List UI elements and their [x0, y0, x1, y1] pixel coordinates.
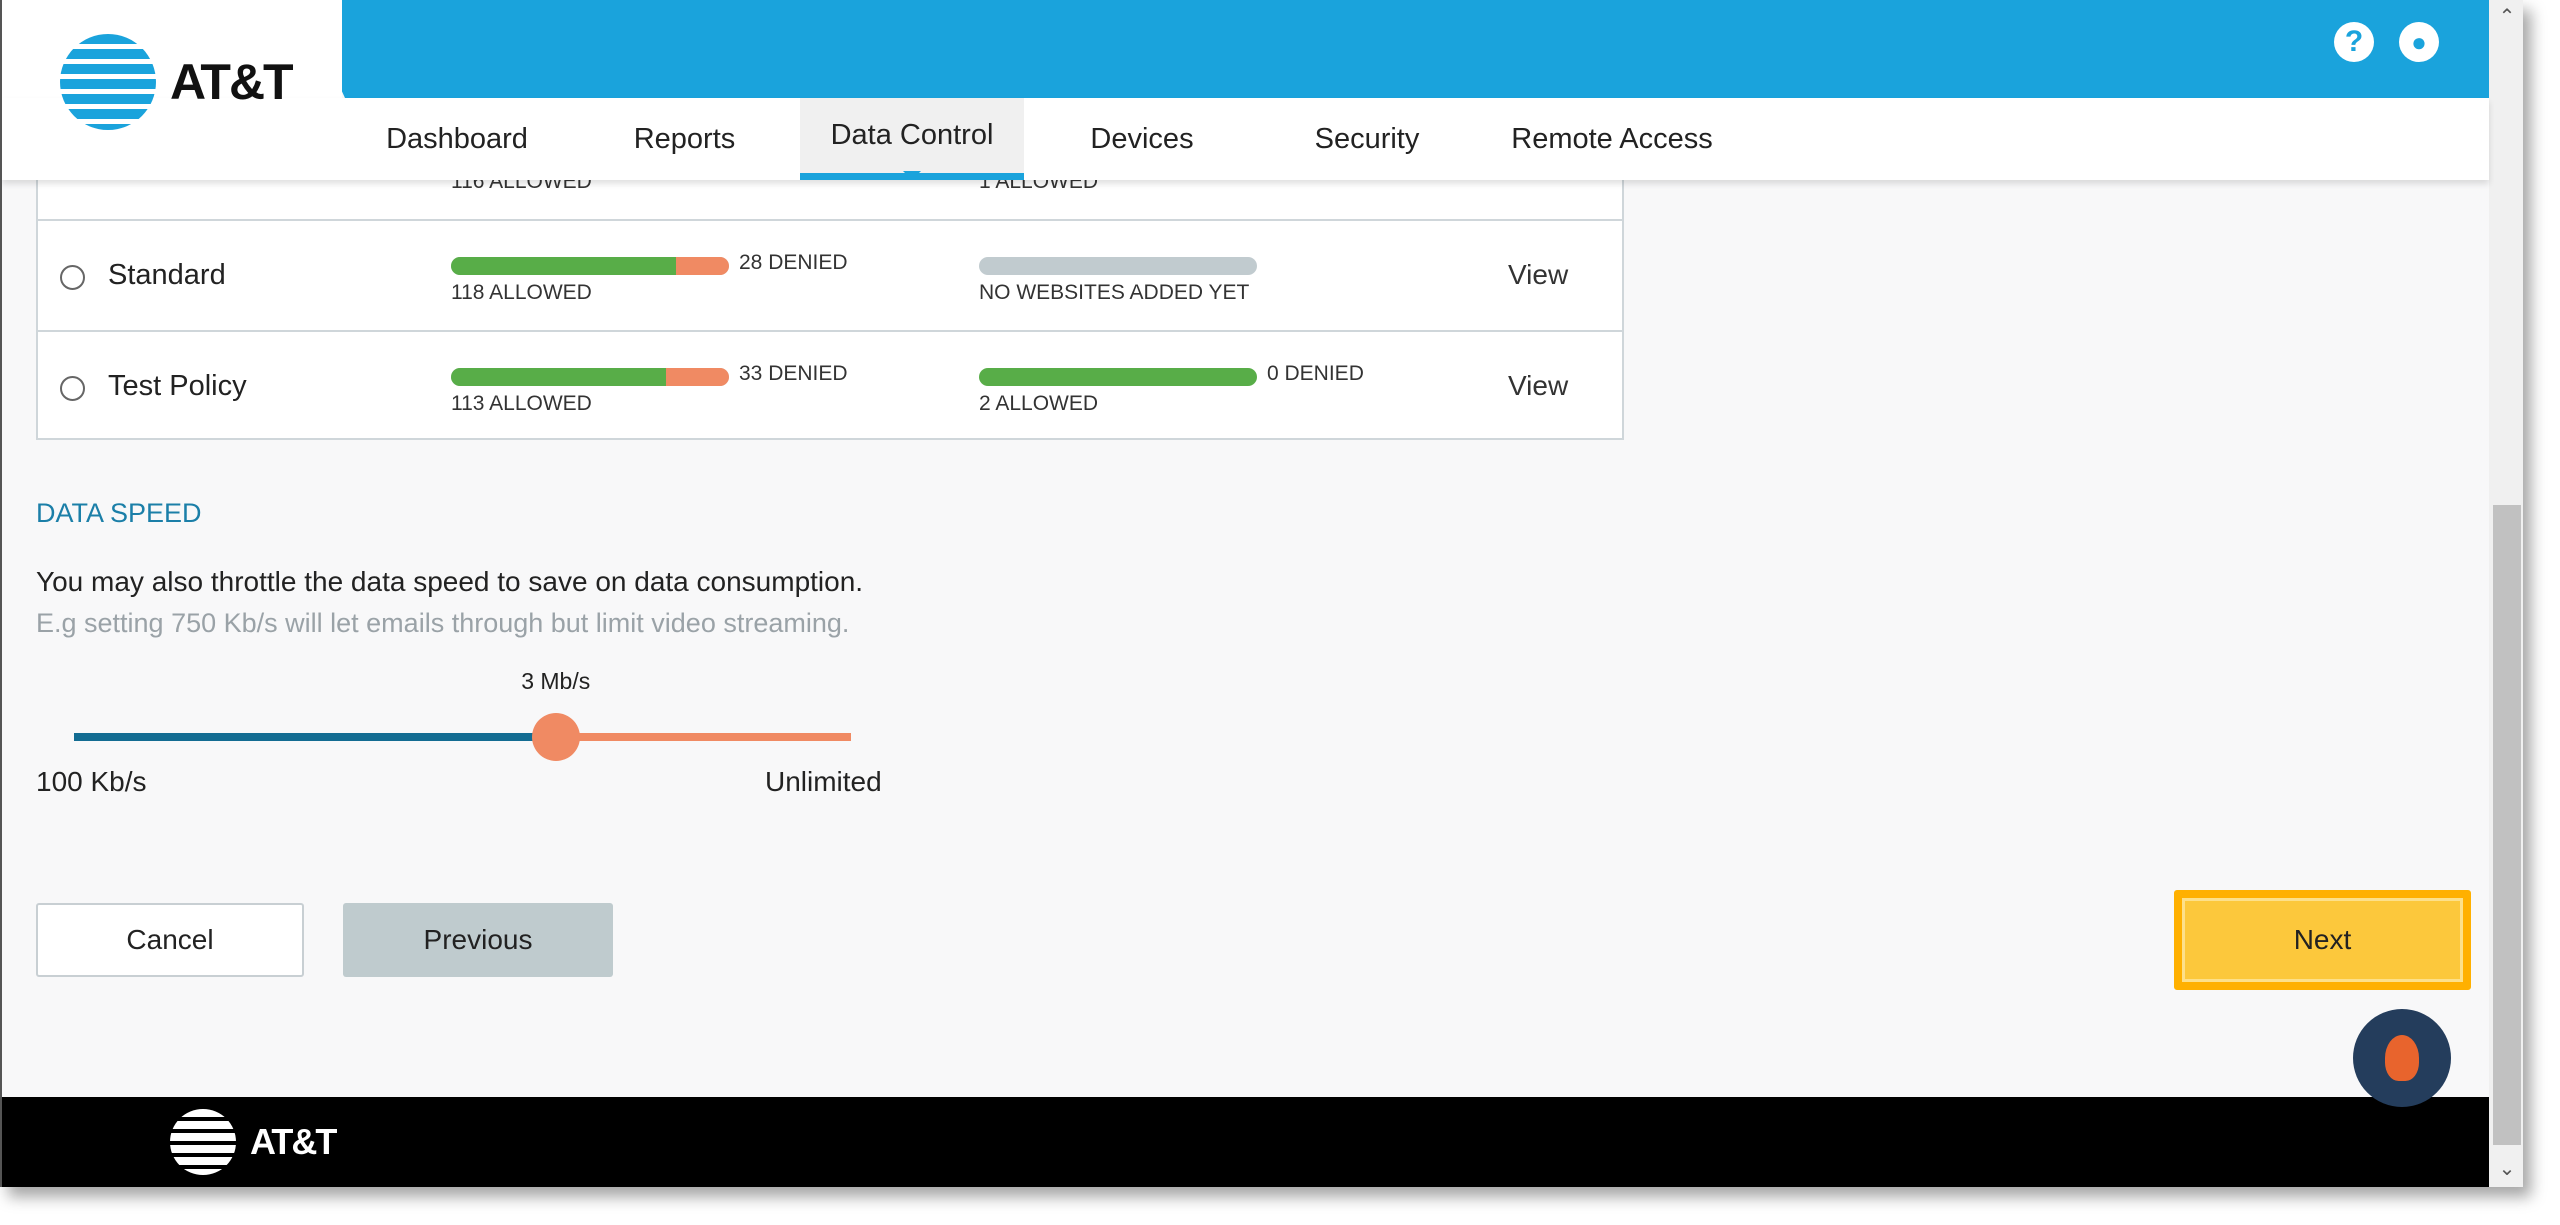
- web-allowed-label: 2 ALLOWED: [979, 392, 1099, 415]
- scrollbar[interactable]: ⌃ ⌄: [2489, 0, 2523, 1187]
- slider-min-label: 100 Kb/s: [36, 766, 147, 797]
- policy-radio[interactable]: [60, 376, 85, 401]
- chat-assistant-button[interactable]: [2353, 1009, 2451, 1107]
- denied-fill: [666, 368, 729, 386]
- footer-logo[interactable]: AT&T: [170, 1109, 337, 1175]
- policy-name: Test Policy: [108, 370, 247, 402]
- browser-window: AT&T ? ● Dashboard Reports Data Control …: [0, 0, 2523, 1187]
- view-link[interactable]: View: [1508, 259, 1568, 291]
- allowed-fill: [451, 368, 667, 386]
- data-speed-description: You may also throttle the data speed to …: [36, 566, 864, 597]
- policy-name: Standard: [108, 259, 226, 291]
- cancel-button[interactable]: Cancel: [36, 903, 304, 977]
- web-allowed-label: NO WEBSITES ADDED YET: [979, 281, 1250, 304]
- att-globe-icon: [170, 1109, 236, 1175]
- allowed-label: 113 ALLOWED: [451, 392, 592, 415]
- web-allowed-fill: [979, 368, 1257, 386]
- web-denied-label: 0 DENIED: [1267, 362, 1364, 385]
- assistant-avatar-icon: [2385, 1035, 2419, 1081]
- previous-button[interactable]: Previous: [343, 903, 613, 977]
- categories-bar: [451, 257, 729, 275]
- footer: AT&T: [2, 1097, 2489, 1187]
- view-link[interactable]: View: [1508, 370, 1568, 402]
- att-globe-icon: [60, 34, 156, 130]
- denied-label: 33 DENIED: [739, 362, 848, 385]
- table-row: Test Policy 33 DENIED 113 ALLOWED 0 DENI…: [38, 330, 1622, 441]
- tab-remote-access[interactable]: Remote Access: [1502, 98, 1722, 180]
- categories-bar: [451, 368, 729, 386]
- tab-security[interactable]: Security: [1292, 98, 1442, 180]
- websites-bar: [979, 368, 1257, 386]
- scroll-up-icon[interactable]: ⌃: [2489, 4, 2523, 29]
- websites-bar: [979, 257, 1257, 275]
- tab-data-control[interactable]: Data Control: [800, 98, 1024, 180]
- policy-radio[interactable]: [60, 265, 85, 290]
- tab-dashboard[interactable]: Dashboard: [362, 98, 552, 180]
- att-logo[interactable]: AT&T: [60, 34, 294, 130]
- table-row: Standard 28 DENIED 118 ALLOWED NO WEBSIT…: [38, 219, 1622, 330]
- data-speed-hint: E.g setting 750 Kb/s will let emails thr…: [36, 608, 850, 638]
- data-speed-title: DATA SPEED: [36, 498, 202, 528]
- allowed-label: 118 ALLOWED: [451, 281, 592, 304]
- slider-max-label: Unlimited: [765, 766, 882, 797]
- speed-slider[interactable]: [74, 713, 851, 761]
- slider-thumb[interactable]: [531, 713, 580, 761]
- tab-devices[interactable]: Devices: [1062, 98, 1222, 180]
- scroll-down-icon[interactable]: ⌄: [2489, 1156, 2523, 1181]
- next-button[interactable]: Next: [2174, 890, 2471, 990]
- user-icon[interactable]: ●: [2399, 22, 2439, 62]
- help-icon[interactable]: ?: [2334, 22, 2374, 62]
- slider-fill: [74, 733, 556, 741]
- logo-text: AT&T: [170, 54, 294, 110]
- allowed-fill: [451, 257, 676, 275]
- tab-reports[interactable]: Reports: [602, 98, 767, 180]
- footer-logo-text: AT&T: [250, 1121, 337, 1162]
- slider-value: 3 Mb/s: [521, 668, 591, 694]
- scrollbar-thumb[interactable]: [2493, 505, 2521, 1145]
- denied-fill: [675, 257, 729, 275]
- denied-label: 28 DENIED: [739, 251, 848, 274]
- header-bar: [300, 0, 2489, 98]
